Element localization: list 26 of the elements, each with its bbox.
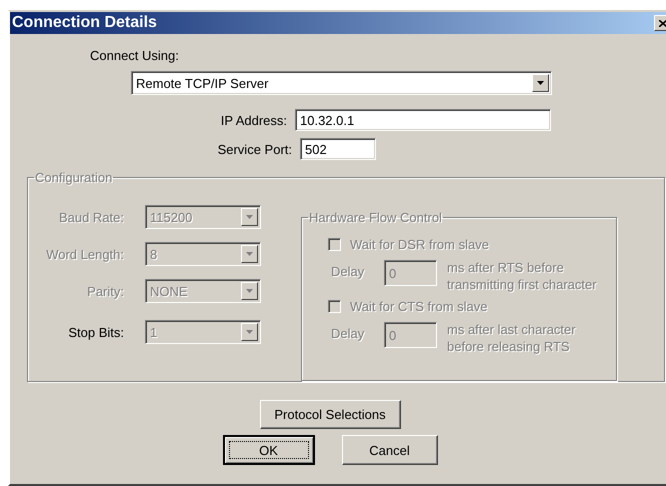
text-field[interactable]: 502 bbox=[300, 138, 376, 160]
field-label: Delay bbox=[331, 326, 366, 341]
ok-button[interactable]: OK bbox=[222, 435, 314, 465]
dropdown[interactable]: Remote TCP/IP Server bbox=[131, 71, 552, 95]
field-label: Service Port: bbox=[216, 142, 292, 156]
field-hint: ms after last character before releasing RTS bbox=[447, 321, 577, 355]
text-field[interactable]: 10.32.0.1 bbox=[295, 109, 551, 131]
field-label: Baud Rate: bbox=[58, 210, 124, 224]
group-title: Hardware Flow Control bbox=[308, 210, 443, 225]
dropdown-arrow-icon bbox=[246, 252, 253, 256]
field-label: IP Address: bbox=[220, 112, 287, 128]
field-label: Delay bbox=[331, 264, 366, 279]
field-label: Parity: bbox=[86, 284, 124, 298]
button[interactable]: Protocol Selections bbox=[260, 400, 400, 429]
group-title: Configuration bbox=[34, 170, 114, 185]
dropdown-arrow-icon bbox=[246, 330, 253, 334]
dropdown-arrow-icon bbox=[246, 289, 253, 293]
dropdown-arrow-icon bbox=[246, 215, 253, 219]
field-label: Connect Using: bbox=[90, 48, 180, 63]
field-label: Stop Bits: bbox=[67, 324, 124, 340]
window-title: Connection Details bbox=[12, 14, 157, 32]
button[interactable]: Cancel bbox=[342, 435, 438, 465]
close-icon bbox=[659, 20, 666, 26]
dropdown-arrow-icon bbox=[537, 81, 544, 85]
field-label: Word Length: bbox=[45, 246, 124, 262]
field-hint: ms after RTS before transmitting first character bbox=[447, 259, 598, 293]
